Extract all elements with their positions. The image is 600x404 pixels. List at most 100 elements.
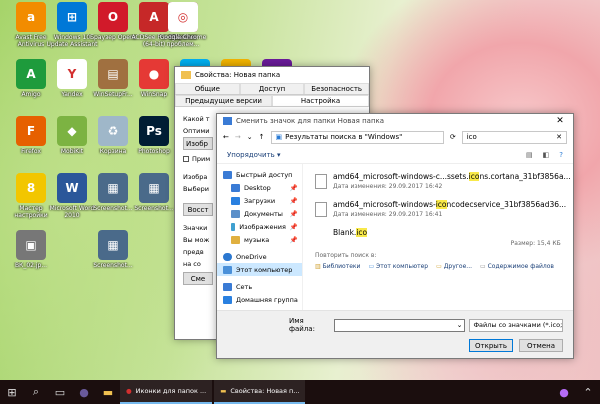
desktop-icon-label: ВК_02.jp... xyxy=(14,262,48,269)
nav-network[interactable]: Сеть xyxy=(217,280,302,293)
app-icon: a xyxy=(16,2,46,32)
nav-pictures[interactable]: Изображения 📌 xyxy=(217,220,302,233)
path-text: Результаты поиска в "Windows" xyxy=(285,133,403,141)
up-icon[interactable]: ↑ xyxy=(259,133,265,141)
repeat-search-links: ▥ Библиотеки ▭ Этот компьютер ▭ Другое..… xyxy=(315,263,571,270)
nav-homegroup[interactable]: Домашняя группа xyxy=(217,293,302,306)
command-bar: Упорядочить ▾ ▤ ◧ ? xyxy=(217,146,573,164)
explorer-icon[interactable]: ▬ xyxy=(96,380,120,404)
app-icon: ● xyxy=(139,59,169,89)
results-pane: amd64_microsoft-windows-c...ssets.icons.… xyxy=(303,164,577,314)
cortana-icon[interactable]: ● xyxy=(552,380,576,404)
filename-label: Имя файла: xyxy=(289,317,315,333)
tray-icon[interactable]: ⌃ xyxy=(576,380,600,404)
task-view-icon[interactable]: ▭ xyxy=(48,380,72,404)
search-input[interactable]: ico ✕ xyxy=(461,130,567,144)
app-icon: F xyxy=(16,116,46,146)
pin-icon: 📌 xyxy=(289,183,298,192)
other-link[interactable]: ▭ Другое... xyxy=(436,263,472,270)
computer-icon xyxy=(223,265,232,274)
app-icon[interactable]: ● xyxy=(72,380,96,404)
this-pc-link[interactable]: ▭ Этот компьютер xyxy=(368,263,428,270)
desktop-icon xyxy=(231,183,240,192)
forward-icon[interactable]: → xyxy=(235,133,241,141)
pictures-icon xyxy=(231,222,236,231)
change-icon-button[interactable]: Сме xyxy=(183,272,213,285)
properties-tabs-row1: Общие Доступ Безопасность xyxy=(175,83,369,95)
result-row[interactable]: amd64_microsoft-windows-iconcodecservice… xyxy=(315,200,571,226)
result-row[interactable]: amd64_microsoft-windows-c...ssets.icons.… xyxy=(315,172,571,198)
restore-button[interactable]: Восст xyxy=(183,203,213,216)
computer-icon: ▭ xyxy=(368,263,375,270)
folder-icon: ▭ xyxy=(436,263,442,270)
app-icon: W xyxy=(57,173,87,203)
app-icon: ▤ xyxy=(98,59,128,89)
app-icon: 8 xyxy=(16,173,46,203)
nav-quick-access[interactable]: Быстрый доступ xyxy=(217,168,302,181)
refresh-icon[interactable]: ⟳ xyxy=(450,133,456,141)
desktop-icon[interactable]: ▦ Screenshot... xyxy=(86,230,140,277)
desktop-icon[interactable]: ◎ Google Chrome xyxy=(156,2,210,49)
nav-music[interactable]: музыка 📌 xyxy=(217,233,302,246)
app-icon: ▦ xyxy=(98,173,128,203)
library-link[interactable]: ▥ Библиотеки xyxy=(315,263,360,270)
chevron-down-icon[interactable]: ⌄ xyxy=(247,133,253,141)
tab-sharing[interactable]: Доступ xyxy=(239,83,305,94)
file-contents-link[interactable]: ▭ Содержимое файлов xyxy=(480,263,554,270)
pin-icon: 📌 xyxy=(289,196,298,205)
nav-downloads[interactable]: Загрузки 📌 xyxy=(217,194,302,207)
windows-start-icon[interactable]: ⊞ xyxy=(0,380,24,404)
filename-input[interactable]: ⌄ xyxy=(333,318,466,332)
library-icon: ▥ xyxy=(315,263,321,270)
back-icon[interactable]: ← xyxy=(223,133,229,141)
file-icon xyxy=(315,202,327,217)
path-box[interactable]: ▣ Результаты поиска в "Windows" xyxy=(270,130,444,144)
result-date: Дата изменения: 29.09.2017 16:41 xyxy=(333,211,443,218)
nav-this-pc[interactable]: Этот компьютер xyxy=(217,263,302,276)
cancel-button[interactable]: Отмена xyxy=(519,339,563,352)
result-date: Дата изменения: 29.09.2017 16:42 xyxy=(333,183,443,190)
nav-desktop[interactable]: Desktop 📌 xyxy=(217,181,302,194)
folder-icon: ▬ xyxy=(220,387,227,395)
organize-menu[interactable]: Упорядочить ▾ xyxy=(227,151,281,159)
view-options-icon[interactable]: ▤ xyxy=(526,151,533,159)
dialog-title: Сменить значок для папки Новая папка xyxy=(236,117,385,125)
clear-icon[interactable]: ✕ xyxy=(556,133,562,141)
tab-general[interactable]: Общие xyxy=(175,83,240,94)
nav-documents[interactable]: Документы 📌 xyxy=(217,207,302,220)
network-icon xyxy=(223,282,232,291)
app-icon: ♻ xyxy=(98,116,128,146)
app-icon: Ps xyxy=(139,116,169,146)
result-row[interactable]: Blank.ico Размер: 15,4 КБ xyxy=(315,228,571,250)
tab-customize[interactable]: Настройка xyxy=(272,95,369,106)
result-filename: amd64_microsoft-windows-iconcodecservice… xyxy=(333,200,567,209)
search-icon[interactable]: ⌕ xyxy=(24,380,48,404)
file-icon xyxy=(315,174,327,189)
taskbar-browser[interactable]: ● Иконки для папок ... xyxy=(120,380,213,404)
download-icon xyxy=(231,196,240,205)
dialog-app-icon xyxy=(223,117,232,125)
taskbar-properties[interactable]: ▬ Свойства: Новая п... xyxy=(214,380,306,404)
preview-pane-icon[interactable]: ◧ xyxy=(543,151,550,159)
app-icon: ⊞ xyxy=(57,2,87,32)
cloud-icon xyxy=(223,252,232,261)
folder-icon xyxy=(181,71,191,79)
desktop-icon-label: Google Chrome xyxy=(159,34,207,41)
tab-security[interactable]: Безопасность xyxy=(304,83,369,94)
properties-titlebar[interactable]: Свойства: Новая папка xyxy=(175,67,369,83)
tab-previous-versions[interactable]: Предыдущие версии xyxy=(175,95,272,106)
help-icon[interactable]: ? xyxy=(559,151,563,159)
desktop-icon[interactable]: ▣ ВК_02.jp... xyxy=(4,230,58,277)
nav-onedrive[interactable]: OneDrive xyxy=(217,250,302,263)
taskbar: ⊞ ⌕ ▭ ● ▬ ● Иконки для папок ... ▬ Свойств… xyxy=(0,380,600,404)
yandex-icon: ● xyxy=(126,387,132,395)
dialog-titlebar[interactable]: Сменить значок для папки Новая папка ✕ xyxy=(217,114,573,128)
result-size: Размер: 15,4 КБ xyxy=(510,240,561,247)
open-button[interactable]: Открыть xyxy=(469,339,513,352)
file-type-select[interactable]: Файлы со значками (*.ico;*.icl xyxy=(469,318,563,332)
close-icon[interactable]: ✕ xyxy=(547,113,573,129)
desktop-icon-label: Screenshot... xyxy=(93,262,133,269)
chevron-down-icon: ⌄ xyxy=(456,321,463,329)
documents-icon xyxy=(231,209,240,218)
optimize-select[interactable]: Изобр xyxy=(183,137,213,150)
